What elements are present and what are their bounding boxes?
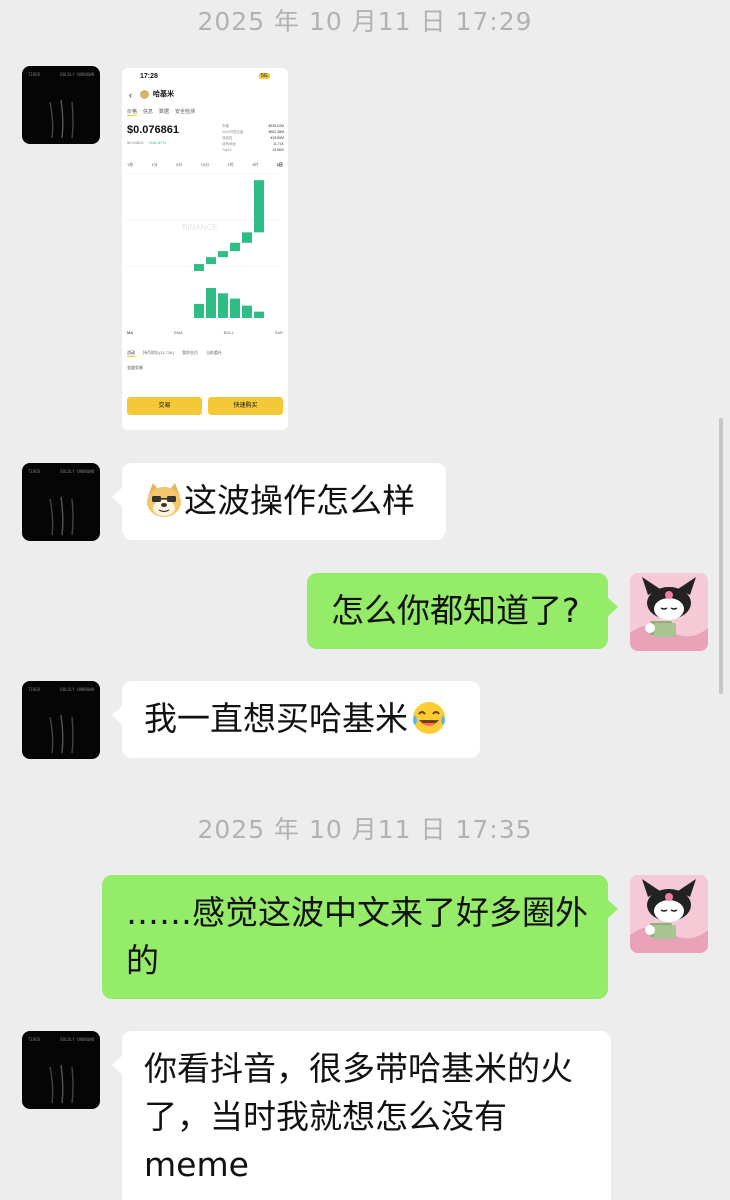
avatar-figure-icon [49, 99, 74, 139]
avatar-figure-icon [49, 714, 74, 754]
shot-status: 5G [259, 73, 270, 79]
kuromi-avatar-icon [630, 875, 708, 953]
scrollbar[interactable] [719, 418, 723, 694]
contact-avatar[interactable]: TIKED BOLDLY UNKNOWN [22, 463, 100, 541]
doge-emoji-icon [147, 482, 181, 517]
shot-tabs: 价格 信息 数据 安全检测 [127, 108, 195, 116]
shot-change: +181.87% [148, 140, 167, 145]
shot-stats: 市值 ¥539.02M 24小时成交量 ¥852.38M 流动性 ¥19.89M 持有… [222, 124, 284, 152]
message-bubble-incoming[interactable]: 我一直想买哈基米 [112, 681, 480, 758]
my-avatar[interactable] [630, 875, 708, 953]
candle [218, 251, 228, 258]
shot-watermark: BINANCE [182, 223, 218, 232]
shot-bottom-tabs: 活动 持币地址(11.71K) 我的仓位 当前委托 [127, 350, 223, 357]
contact-avatar[interactable]: TIKED BOLDLY UNKNOWN [22, 681, 100, 759]
shot-price: $0.076861 [127, 124, 179, 136]
message-text-line: 的 [126, 941, 159, 980]
volume-bar [254, 311, 264, 318]
message-text-line: ……感觉这波中文来了好多圈外 [126, 893, 588, 932]
candle [206, 257, 216, 265]
shot-intervals: 1秒 1分 5分 15分 1时 4时 1日 [127, 162, 283, 167]
avatar-tag-right: BOLDLY UNKNOWN [60, 72, 94, 77]
message-text: 我一直想买哈基米 [144, 699, 408, 738]
shot-token-name: 哈基米 [153, 91, 174, 98]
shot-time: 17:28 [140, 73, 158, 80]
shot-tab: 安全检测 [175, 109, 196, 115]
shot-quick-buy-button: 快速购买 [208, 397, 283, 415]
shot-filter: 全部交易 [127, 365, 143, 370]
volume-bar [194, 303, 204, 318]
message-bubble-incoming[interactable]: 你看抖音，很多带哈基米的火 了，当时我就想怎么没有 meme [112, 1031, 611, 1200]
timestamp: 2025 年 10 月11 日 17:35 [197, 815, 533, 844]
message-bubble-outgoing[interactable]: ……感觉这波中文来了好多圈外 的 [102, 875, 618, 999]
shot-tab: 价格 [127, 109, 138, 116]
chat-window: 2025 年 10 月11 日 17:29 TIKED BOLDLY UNKNO… [0, 0, 730, 1200]
contact-avatar[interactable]: TIKED BOLDLY UNKNOWN [22, 1031, 100, 1109]
contact-avatar[interactable]: TIKED BOLDLY UNKNOWN [22, 66, 100, 144]
shot-back-icon: ‹ [129, 90, 132, 100]
avatar-figure-icon [49, 1064, 74, 1104]
avatar-tag-left: TIKED [28, 72, 41, 77]
message-text-line: meme [144, 1145, 249, 1184]
candle [230, 242, 240, 252]
volume-bar [242, 305, 252, 318]
shot-token-avatar [140, 90, 149, 99]
message-text: 这波操作怎么样 [184, 481, 415, 520]
message-text-line: 你看抖音，很多带哈基米的火 [144, 1049, 573, 1088]
shot-sub-price: ¥0.54802 [127, 140, 144, 145]
volume-bar [206, 288, 216, 318]
timestamp: 2025 年 10 月11 日 17:29 [197, 7, 533, 36]
screenshot-image-message[interactable]: 17:28 5G ‹ 哈基米 价格 信息 数据 安全检测 $0.076861 ¥… [122, 68, 288, 430]
message-text: 怎么你都知道了? [331, 591, 580, 630]
candle [194, 264, 204, 271]
message-bubble-outgoing[interactable]: 怎么你都知道了? [307, 573, 618, 649]
kuromi-avatar-icon [630, 573, 708, 651]
shot-tab: 数据 [159, 109, 170, 115]
shot-price-chart: BINANCE [127, 173, 282, 318]
volume-bar [230, 298, 240, 318]
candle [242, 232, 252, 243]
tears-of-joy-emoji-icon [413, 701, 445, 734]
shot-indicators: MA EMA BOLL SAR [127, 330, 283, 335]
message-bubble-incoming[interactable]: 这波操作怎么样 [112, 463, 446, 540]
my-avatar[interactable] [630, 573, 708, 651]
shot-buy-button: 交易 [127, 397, 202, 415]
message-text-line: 了，当时我就想怎么没有 [144, 1097, 507, 1136]
avatar-figure-icon [49, 496, 74, 536]
volume-bar [218, 293, 228, 318]
candle [254, 180, 264, 233]
shot-tab: 信息 [143, 109, 154, 115]
